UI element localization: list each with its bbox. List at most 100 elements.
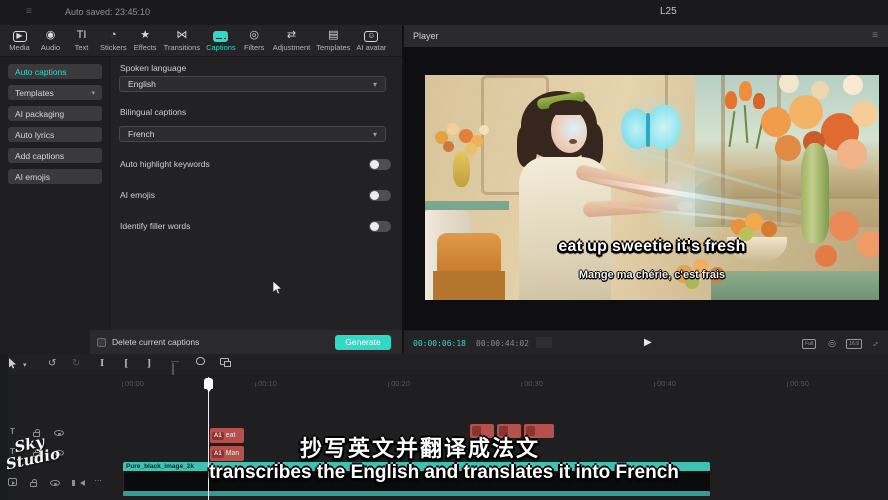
fruit [761,221,777,237]
auto-highlight-label: Auto highlight keywords [120,159,210,169]
sidebar-item-auto-captions[interactable]: Auto captions [8,64,102,79]
butterfly-body [646,113,650,147]
auto-highlight-toggle[interactable] [369,159,391,170]
tulip [739,81,752,101]
video-caption-secondary: Mange ma chérie, c'est frais [425,269,879,281]
ruler-label: 00:40 [654,379,676,388]
aspect-ratio-button[interactable]: 16:9 [846,339,862,349]
tulip [725,91,737,109]
identify-filler-words-label: Identify filler words [120,221,190,231]
filters-icon: ◎ [249,29,259,42]
ribbon-label: Filters [244,43,264,52]
trim-left-icon[interactable]: [ [124,359,128,369]
media-icon: ▶ [13,31,27,42]
flower [443,141,454,152]
subtitle-chinese: 抄写英文并翻译成法文 [0,431,864,463]
timecode-options[interactable] [536,337,552,348]
autosave-status: Auto saved: 23:45:10 [65,7,150,17]
ribbon-item-captions[interactable]: Captions [203,30,239,52]
ai-emojis-toggle[interactable] [369,190,391,201]
spoken-language-value: English [128,79,156,89]
auto-captions-panel: Spoken language English Bilingual captio… [110,57,402,330]
delete-icon[interactable] [172,363,174,375]
title-bar: ≡ Auto saved: 23:45:10 L25 [0,0,888,25]
ribbon-label: Stickers [100,43,127,52]
flower [829,211,859,241]
ribbon-item-transitions[interactable]: ⋈Transitions [161,29,203,52]
project-title: L25 [660,6,677,17]
redo-icon[interactable]: ↻ [72,358,80,369]
ribbon-item-adjustment[interactable]: ⇄Adjustment [270,29,314,52]
bouquet-left [435,121,493,159]
ribbon-item-stickers[interactable]: ◔Stickers [97,29,130,52]
ribbon-item-media[interactable]: ▶Media [4,30,35,52]
sidebar-item-templates[interactable]: Templates▾ [8,85,102,100]
ai-avatar-icon: ☺ [364,31,378,42]
flower [775,135,801,161]
ruler-label: 00:10 [255,379,277,388]
full-preview-button[interactable]: Full [802,339,816,349]
playhead-handle[interactable] [204,378,213,389]
ribbon-item-filters[interactable]: ◎Filters [239,29,270,52]
transitions-icon: ⋈ [176,29,187,42]
ribbon-label: Audio [41,43,60,52]
capcut-window: ≡ Auto saved: 23:45:10 L25 ▶Media ◉Audio… [0,0,888,500]
video-still: eat up sweetie it's fresh Mange ma chéri… [425,75,879,300]
bilingual-captions-value: French [128,129,154,139]
cursor-arrow [8,358,17,369]
ruler-label: 00:50 [787,379,809,388]
focus-icon[interactable]: ◎ [828,338,836,349]
sidebar-item-ai-emojis[interactable]: AI emojis [8,169,102,184]
player-menu-icon[interactable]: ≡ [872,30,878,41]
green-vase [801,143,829,243]
select-tool-chevron-icon[interactable]: ▾ [23,361,27,369]
sidebar-item-add-captions[interactable]: Add captions [8,148,102,163]
ribbon-item-ai-avatar[interactable]: ☺AI avatar [353,30,389,52]
ribbon-item-templates[interactable]: ▤Templates [313,29,353,52]
ribbon-item-text[interactable]: TIText [66,29,97,52]
flower [851,101,877,127]
app-menu-icon[interactable]: ≡ [26,6,32,17]
ribbon-label: Templates [316,43,350,52]
expand-icon[interactable]: ↔ [870,338,879,348]
split-icon[interactable]: I [100,359,104,369]
flower [761,107,791,137]
subtitle-english: transcribes the English and translates i… [0,462,888,484]
flower [479,125,489,135]
bilingual-captions-label: Bilingual captions [120,107,186,117]
sidebar-item-auto-lyrics[interactable]: Auto lyrics [8,127,102,142]
ruler-label: 00:00 [122,379,144,388]
text-icon: TI [77,29,87,42]
timeline-ruler[interactable]: 00:00 00:10 00:20 00:30 00:40 00:50 [0,376,888,392]
audio-icon: ◉ [46,29,56,42]
generate-label: Generate [345,337,380,347]
ribbon-label: Media [9,43,29,52]
current-timecode[interactable]: 00:00:06:18 [413,339,466,348]
templates-icon: ▤ [328,29,338,42]
sidebar-item-ai-packaging[interactable]: AI packaging [8,106,102,121]
captions-action-bar: Delete current captions Generate [90,330,402,354]
audio-strip[interactable] [123,491,710,496]
captions-sidebar: Auto captions Templates▾ AI packaging Au… [0,57,110,354]
overlay-icon[interactable] [220,358,229,365]
ribbon-label: Effects [134,43,157,52]
ai-emojis-label: AI emojis [120,190,155,200]
bilingual-captions-select[interactable]: French [119,126,386,142]
ribbon-item-audio[interactable]: ◉Audio [35,29,66,52]
duration-timecode: 00:00:44:02 [476,339,529,348]
undo-icon[interactable]: ↺ [48,358,56,369]
spoken-language-select[interactable]: English [119,76,386,92]
select-tool-icon[interactable] [8,358,17,372]
trim-right-icon[interactable]: ] [147,359,151,369]
identify-filler-words-toggle[interactable] [369,221,391,232]
generate-button[interactable]: Generate [335,335,391,350]
sidebar-item-label: Templates [15,88,54,98]
woman-mouth [569,139,577,144]
delete-captions-checkbox[interactable] [97,338,106,347]
ribbon-item-effects[interactable]: ★Effects [130,29,161,52]
spoken-language-label: Spoken language [120,63,186,73]
tulip [753,93,765,109]
flower [447,123,459,135]
mask-icon[interactable] [196,357,205,365]
play-button[interactable]: ▶ [644,337,652,348]
